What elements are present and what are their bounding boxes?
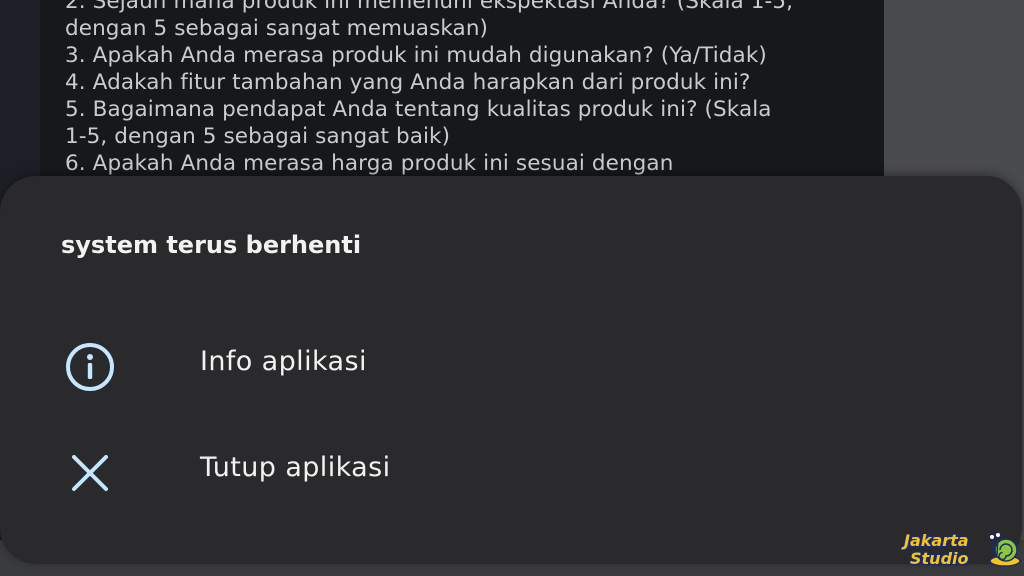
survey-line: 4. Adakah fitur tambahan yang Anda harap… xyxy=(65,70,751,95)
background-survey-panel: 2. Sejauh mana produk ini memenuhi ekspe… xyxy=(40,0,884,200)
close-icon xyxy=(64,447,116,499)
info-icon xyxy=(64,341,116,393)
watermark-logo: Jakarta Studio xyxy=(900,528,1024,574)
survey-text: 2. Sejauh mana produk ini memenuhi ekspe… xyxy=(65,0,865,177)
dialog-title: system terus berhenti xyxy=(61,231,362,259)
close-app-button[interactable]: Tutup aplikasi xyxy=(0,422,1022,522)
survey-line: 1-5, dengan 5 sebagai sangat baik) xyxy=(65,124,451,149)
survey-line: 6. Apakah Anda merasa harga produk ini s… xyxy=(65,151,674,176)
survey-line: 2. Sejauh mana produk ini memenuhi ekspe… xyxy=(65,0,794,14)
watermark-word-1: Jakarta xyxy=(904,531,969,550)
survey-line: dengan 5 sebagai sangat memuaskan) xyxy=(65,16,489,41)
app-info-label: Info aplikasi xyxy=(200,346,367,377)
close-app-label: Tutup aplikasi xyxy=(200,452,391,483)
app-crash-dialog: system terus berhenti Info aplikasi Tutu… xyxy=(0,176,1022,564)
snail-mascot-icon xyxy=(989,532,1021,567)
watermark-word-2: Studio xyxy=(910,549,969,568)
survey-line: 5. Bagaimana pendapat Anda tentang kuali… xyxy=(65,97,772,122)
survey-line: 3. Apakah Anda merasa produk ini mudah d… xyxy=(65,43,767,68)
app-info-button[interactable]: Info aplikasi xyxy=(0,316,1022,416)
